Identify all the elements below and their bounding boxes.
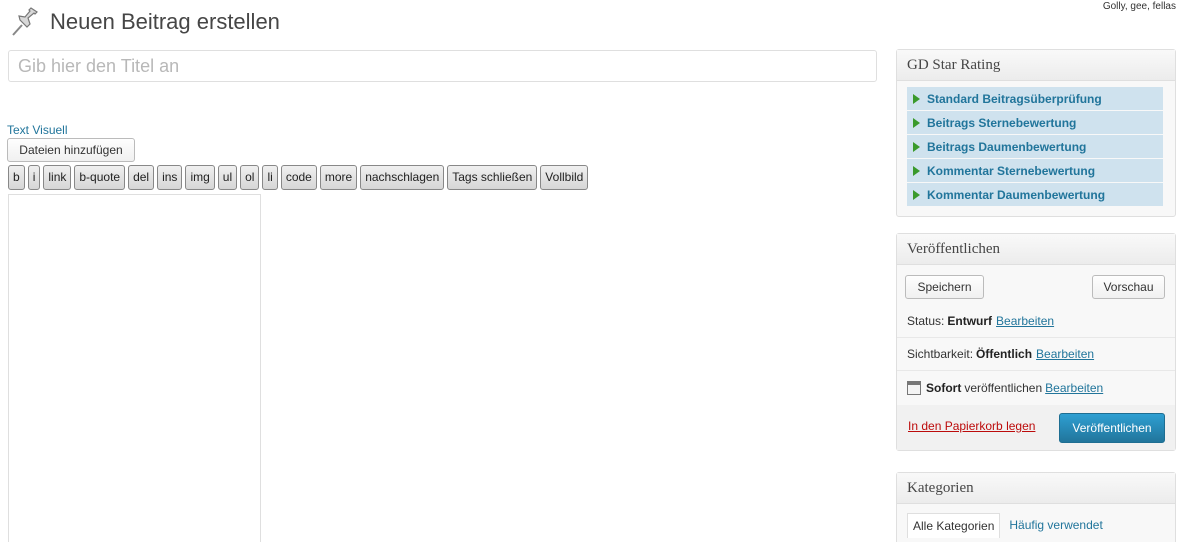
categories-title: Kategorien — [897, 473, 1175, 504]
qt-fullscreen-button[interactable]: Vollbild — [540, 165, 589, 190]
gd-item-post-thumbs[interactable]: Beitrags Daumenbewertung — [907, 135, 1163, 158]
publish-box-title: Veröffentlichen — [897, 234, 1175, 265]
gd-item-post-stars[interactable]: Beitrags Sternebewertung — [907, 111, 1163, 134]
gd-star-rating-list: Standard Beitragsüberprüfung Beitrags St… — [907, 87, 1163, 206]
editor-mode-links: Text Visuell — [7, 123, 68, 137]
qt-close-tags-button[interactable]: Tags schließen — [447, 165, 538, 190]
qt-link-button[interactable]: link — [43, 165, 72, 190]
qt-img-button[interactable]: img — [185, 165, 215, 190]
status-row: Status: Entwurf Bearbeiten — [897, 305, 1175, 338]
categories-tabs: Alle Kategorien Häufig verwendet — [907, 513, 1163, 538]
visibility-value: Öffentlich — [976, 347, 1033, 361]
content-textarea[interactable] — [8, 194, 261, 542]
triangle-right-icon — [913, 165, 920, 176]
triangle-right-icon — [913, 189, 920, 200]
edit-visibility-link[interactable]: Bearbeiten — [1036, 347, 1094, 361]
qt-ins-button[interactable]: ins — [157, 165, 183, 190]
edit-schedule-link[interactable]: Bearbeiten — [1045, 381, 1103, 395]
add-media-button[interactable]: Dateien hinzufügen — [7, 138, 135, 162]
gd-item-comment-thumbs[interactable]: Kommentar Daumenbewertung — [907, 183, 1163, 206]
triangle-right-icon — [913, 117, 920, 128]
qt-italic-button[interactable]: i — [27, 165, 41, 190]
triangle-right-icon — [913, 141, 920, 152]
qt-del-button[interactable]: del — [128, 165, 155, 190]
schedule-value: Sofort — [926, 380, 962, 395]
status-value: Entwurf — [947, 314, 993, 328]
gd-star-rating-box: GD Star Rating Standard Beitragsüberprüf… — [896, 49, 1176, 217]
qt-ol-button[interactable]: ol — [240, 165, 260, 190]
tab-text[interactable]: Text — [7, 123, 29, 137]
qt-code-button[interactable]: code — [280, 165, 317, 190]
preview-button[interactable]: Vorschau — [1092, 275, 1165, 299]
qt-more-button[interactable]: more — [319, 165, 358, 190]
qt-li-button[interactable]: li — [262, 165, 278, 190]
qt-blockquote-button[interactable]: b-quote — [74, 165, 126, 190]
publish-footer: In den Papierkorb legen Veröffentlichen — [897, 405, 1175, 450]
save-draft-button[interactable]: Speichern — [905, 275, 984, 299]
quicktags-toolbar: b i link b-quote del ins img ul ol li co… — [8, 165, 589, 190]
publish-button[interactable]: Veröffentlichen — [1059, 413, 1165, 443]
gd-item-comment-stars[interactable]: Kommentar Sternebewertung — [907, 159, 1163, 182]
categories-box: Kategorien Alle Kategorien Häufig verwen… — [896, 472, 1176, 542]
qt-ul-button[interactable]: ul — [217, 165, 238, 190]
post-title-input[interactable] — [8, 50, 877, 82]
qt-lookup-button[interactable]: nachschlagen — [360, 165, 445, 190]
gd-item-standard-review[interactable]: Standard Beitragsüberprüfung — [907, 87, 1163, 110]
page-title: Neuen Beitrag erstellen — [50, 9, 280, 34]
publish-box: Veröffentlichen Speichern Vorschau Statu… — [896, 233, 1176, 451]
schedule-row: Sofort veröffentlichen Bearbeiten — [897, 371, 1175, 404]
edit-status-link[interactable]: Bearbeiten — [996, 314, 1054, 328]
calendar-icon — [907, 380, 921, 395]
visibility-row: Sichtbarkeit: Öffentlich Bearbeiten — [897, 338, 1175, 371]
triangle-right-icon — [913, 93, 920, 104]
move-to-trash-link[interactable]: In den Papierkorb legen — [908, 419, 1035, 433]
tab-most-used[interactable]: Häufig verwendet — [1000, 513, 1107, 538]
page-header: Neuen Beitrag erstellen — [8, 5, 280, 39]
qt-bold-button[interactable]: b — [8, 165, 25, 190]
tab-all-categories[interactable]: Alle Kategorien — [907, 513, 1001, 538]
tab-visual[interactable]: Visuell — [32, 123, 67, 137]
gd-star-rating-title: GD Star Rating — [897, 50, 1175, 81]
pushpin-icon — [8, 5, 42, 39]
corner-note: Golly, gee, fellas — [1102, 1, 1176, 12]
